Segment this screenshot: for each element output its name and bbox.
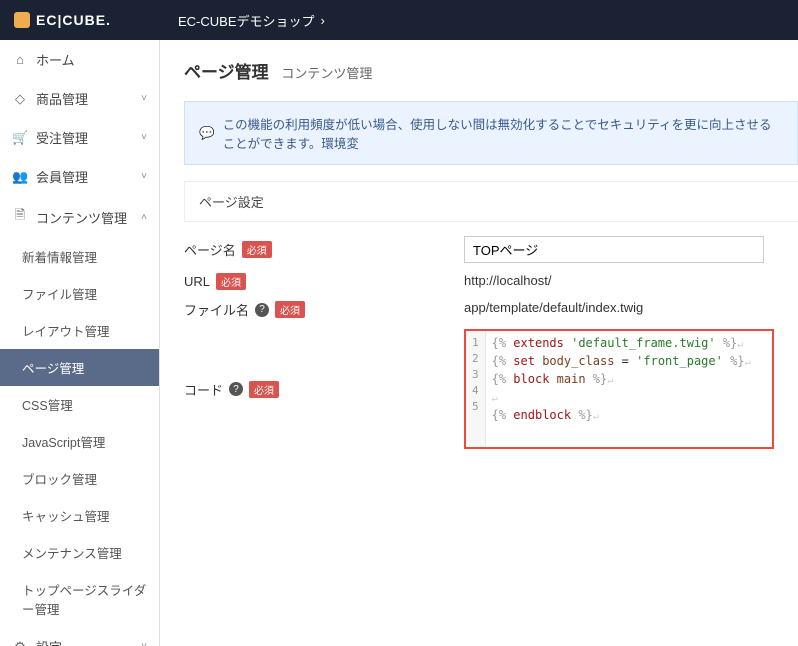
shop-link[interactable]: EC-CUBEデモショップ › <box>160 11 343 30</box>
sidebar-item-label: 会員管理 <box>36 167 88 186</box>
sidebar-icon: ⚙ <box>12 639 28 646</box>
chevron-icon: ˅ <box>141 641 147 646</box>
sidebar-item[interactable]: 🗎 コンテンツ管理 ˄ <box>0 196 159 238</box>
info-banner-text: この機能の利用頻度が低い場合、使用しない間は無効化することでセキュリティを更に向… <box>223 114 783 152</box>
label-file-name: ファイル名 <box>184 300 249 319</box>
sidebar-sub-item[interactable]: トップページスライダー管理 <box>0 571 159 627</box>
sidebar-icon: 👥 <box>12 169 28 185</box>
sidebar-icon: ◇ <box>12 91 28 107</box>
sidebar-sub-item[interactable]: JavaScript管理 <box>0 423 159 460</box>
sidebar-item[interactable]: 👥 会員管理 ˅ <box>0 157 159 196</box>
logo-icon <box>14 12 30 28</box>
code-gutter: 12345 <box>466 331 486 447</box>
required-badge: 必須 <box>249 381 279 398</box>
info-icon: 💬 <box>199 126 215 141</box>
sidebar: ⌂ ホーム ◇ 商品管理 ˅ 🛒 受注管理 ˅ 👥 会員管理 ˅ 🗎 コンテンツ管理 ˄ 新着情報管理ファイ… <box>0 40 160 646</box>
required-badge: 必須 <box>242 241 272 258</box>
sidebar-sub-item[interactable]: ファイル管理 <box>0 275 159 312</box>
sidebar-sub-item[interactable]: ブロック管理 <box>0 460 159 497</box>
page-title-text: ページ管理 <box>184 63 269 82</box>
sidebar-icon: 🗎 <box>12 206 28 228</box>
section-header: ページ設定 <box>184 181 798 222</box>
sidebar-item[interactable]: ⌂ ホーム <box>0 40 159 79</box>
info-banner: 💬 この機能の利用頻度が低い場合、使用しない間は無効化することでセキュリティを更… <box>184 101 798 165</box>
sidebar-sub-item[interactable]: 新着情報管理 <box>0 238 159 275</box>
page-subtitle: コンテンツ管理 <box>281 66 372 81</box>
page-name-input[interactable] <box>464 236 764 263</box>
chevron-right-icon: › <box>321 13 325 28</box>
sidebar-item-label: 受注管理 <box>36 128 88 147</box>
section-title: ページ設定 <box>199 195 264 210</box>
label-url: URL <box>184 274 210 289</box>
url-value: http://localhost/ <box>464 273 551 288</box>
top-bar: EC|CUBE. EC-CUBEデモショップ › <box>0 0 798 40</box>
row-url: URL 必須 http://localhost/ <box>184 273 798 290</box>
file-path-value: app/template/default/index.twig <box>464 300 643 315</box>
sidebar-sub-item[interactable]: レイアウト管理 <box>0 312 159 349</box>
chevron-icon: ˅ <box>141 93 147 104</box>
required-badge: 必須 <box>275 301 305 318</box>
sidebar-sub-item[interactable]: ページ管理 <box>0 349 159 386</box>
page-title: ページ管理 コンテンツ管理 <box>184 58 798 83</box>
brand-text: EC|CUBE. <box>36 12 111 28</box>
label-page-name: ページ名 <box>184 240 236 259</box>
sidebar-sub-item[interactable]: キャッシュ管理 <box>0 497 159 534</box>
shop-link-label: EC-CUBEデモショップ <box>178 11 315 30</box>
sidebar-item-label: ホーム <box>36 50 75 69</box>
help-icon[interactable]: ? <box>229 382 243 396</box>
sidebar-sub-item[interactable]: メンテナンス管理 <box>0 534 159 571</box>
code-area[interactable]: {% extends 'default_frame.twig' %}↵{% se… <box>486 331 757 447</box>
chevron-icon: ˅ <box>141 171 147 182</box>
brand-logo[interactable]: EC|CUBE. <box>0 12 160 28</box>
sidebar-sub-item[interactable]: CSS管理 <box>0 386 159 423</box>
label-code: コード <box>184 380 223 399</box>
sidebar-icon: 🛒 <box>12 130 28 146</box>
row-file-name: ファイル名 ? 必須 app/template/default/index.tw… <box>184 300 798 319</box>
main-content: ページ管理 コンテンツ管理 💬 この機能の利用頻度が低い場合、使用しない間は無効… <box>160 40 798 646</box>
required-badge: 必須 <box>216 273 246 290</box>
chevron-icon: ˄ <box>141 212 147 223</box>
help-icon[interactable]: ? <box>255 303 269 317</box>
row-page-name: ページ名 必須 <box>184 236 798 263</box>
sidebar-item[interactable]: ⚙ 設定 ˅ <box>0 627 159 646</box>
sidebar-item-label: 設定 <box>36 637 62 646</box>
sidebar-item[interactable]: ◇ 商品管理 ˅ <box>0 79 159 118</box>
code-editor[interactable]: 12345 {% extends 'default_frame.twig' %}… <box>464 329 774 449</box>
sidebar-icon: ⌂ <box>12 52 28 67</box>
row-code: コード ? 必須 12345 {% extends 'default_frame… <box>184 329 798 449</box>
sidebar-item[interactable]: 🛒 受注管理 ˅ <box>0 118 159 157</box>
chevron-icon: ˅ <box>141 132 147 143</box>
sidebar-item-label: コンテンツ管理 <box>36 208 127 227</box>
sidebar-item-label: 商品管理 <box>36 89 88 108</box>
